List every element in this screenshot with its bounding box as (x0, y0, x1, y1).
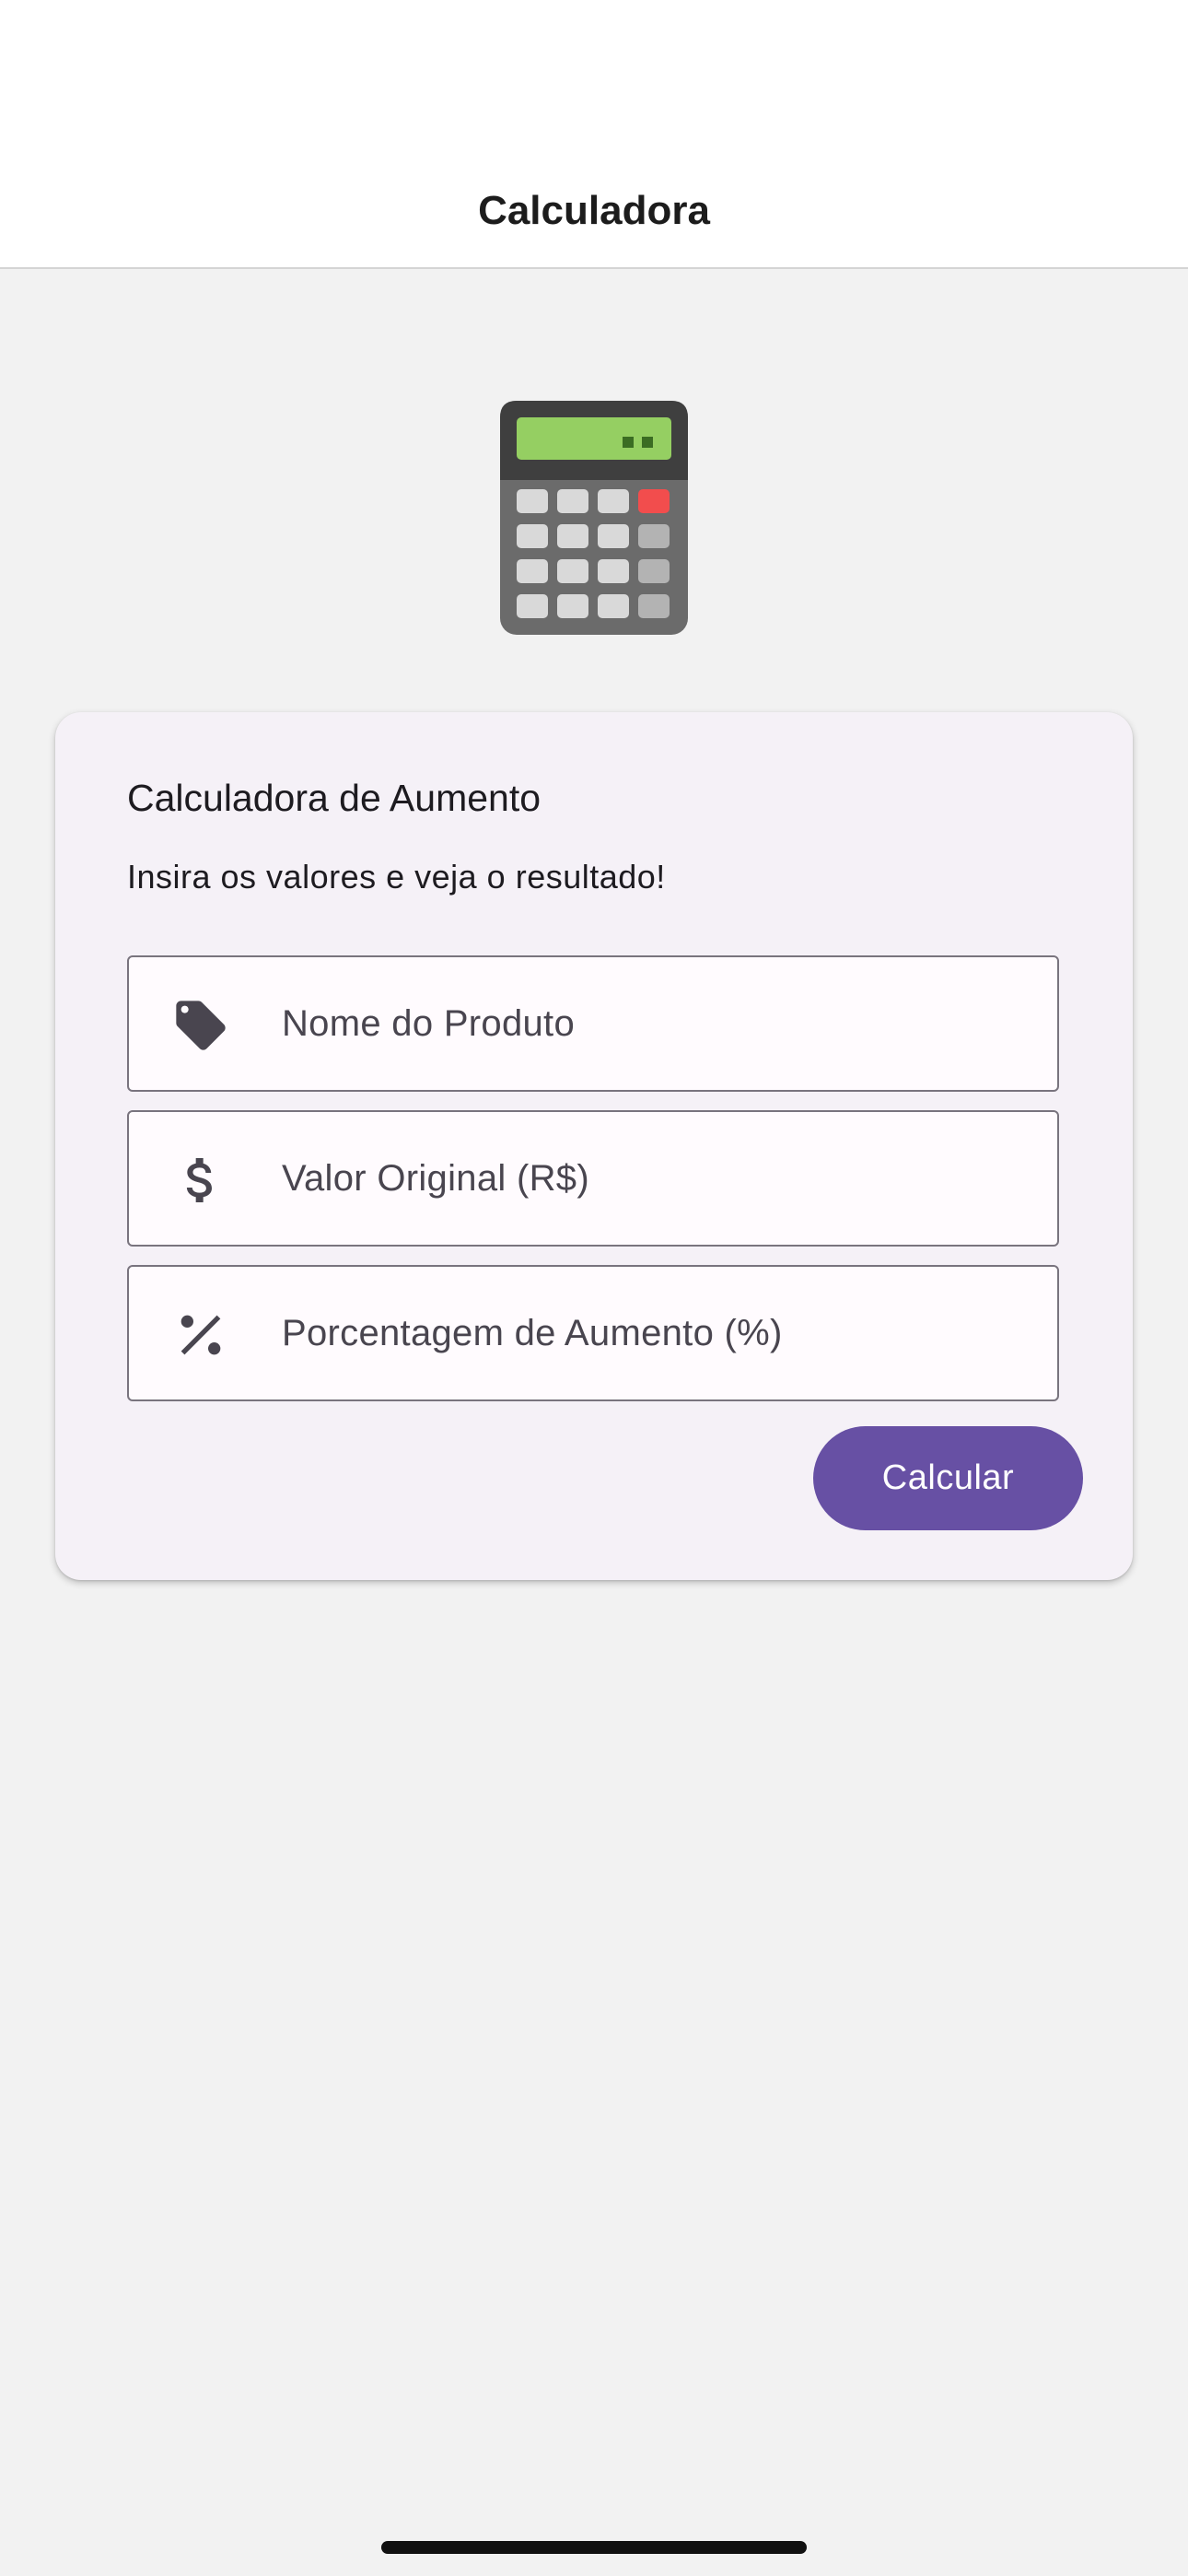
calculator-icon (500, 401, 688, 635)
app-bar: Calculadora (0, 0, 1188, 269)
product-name-placeholder: Nome do Produto (282, 1003, 576, 1044)
dollar-icon (171, 1151, 230, 1210)
card-title: Calculadora de Aumento (127, 777, 542, 819)
calculator-card: Calculadora de Aumento Insira os valores… (55, 712, 1133, 1580)
original-value-field[interactable]: Valor Original (R$) (127, 1110, 1059, 1247)
app-screen: Calculadora Calculadora de Aumento Insir… (0, 0, 1188, 2576)
calculate-button[interactable]: Calcular (813, 1426, 1083, 1530)
increase-percentage-placeholder: Porcentagem de Aumento (%) (282, 1313, 783, 1353)
home-indicator (381, 2541, 807, 2554)
card-subtitle: Insira os valores e veja o resultado! (127, 858, 666, 896)
original-value-placeholder: Valor Original (R$) (282, 1158, 589, 1199)
product-name-field[interactable]: Nome do Produto (127, 955, 1059, 1092)
percent-icon (171, 1306, 230, 1364)
tag-icon (171, 996, 230, 1055)
page-title: Calculadora (478, 188, 710, 233)
increase-percentage-field[interactable]: Porcentagem de Aumento (%) (127, 1265, 1059, 1401)
